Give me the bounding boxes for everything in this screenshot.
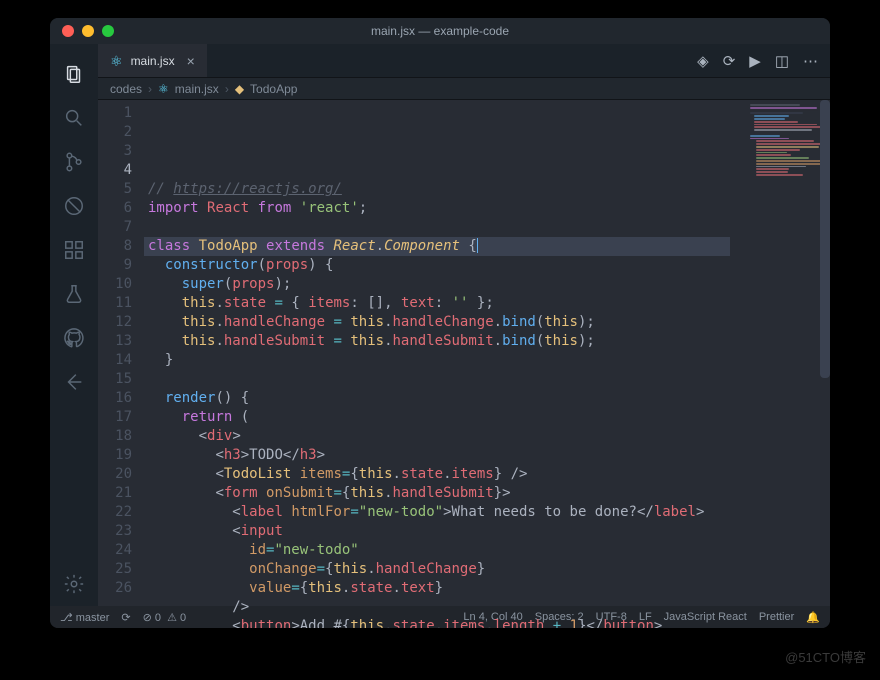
debug-icon[interactable] bbox=[50, 184, 98, 228]
code-editor[interactable]: 1234567891011121314151617181920212223242… bbox=[98, 100, 830, 606]
activity-bar bbox=[50, 44, 98, 606]
scm-icon[interactable] bbox=[50, 140, 98, 184]
github-icon[interactable] bbox=[50, 316, 98, 360]
tab-main-jsx[interactable]: ⚛ main.jsx × bbox=[98, 44, 207, 77]
explorer-icon[interactable] bbox=[50, 52, 98, 96]
window-body: ⚛ main.jsx × ◈ ⟳ ▶ ◫ ⋯ codes › ⚛ main.js… bbox=[50, 44, 830, 606]
scrollbar-thumb[interactable] bbox=[820, 100, 830, 378]
more-actions-icon[interactable]: ⋯ bbox=[803, 52, 818, 70]
search-icon[interactable] bbox=[50, 96, 98, 140]
zoom-window-button[interactable] bbox=[102, 25, 114, 37]
minimize-window-button[interactable] bbox=[82, 25, 94, 37]
window-title: main.jsx — example-code bbox=[50, 24, 830, 38]
react-file-icon: ⚛ bbox=[158, 82, 169, 96]
breadcrumb-sep: › bbox=[225, 82, 229, 96]
breadcrumb-sep: › bbox=[148, 82, 152, 96]
editor-main: ⚛ main.jsx × ◈ ⟳ ▶ ◫ ⋯ codes › ⚛ main.js… bbox=[98, 44, 830, 606]
test-icon[interactable] bbox=[50, 272, 98, 316]
minimap[interactable] bbox=[748, 104, 818, 224]
window-controls bbox=[50, 25, 114, 37]
breadcrumbs[interactable]: codes › ⚛ main.jsx › ◆ TodoApp bbox=[98, 78, 830, 100]
breadcrumb-folder[interactable]: codes bbox=[110, 82, 142, 96]
close-window-button[interactable] bbox=[62, 25, 74, 37]
git-compare-icon[interactable]: ◈ bbox=[697, 52, 709, 70]
code-area[interactable]: // https://reactjs.org/import React from… bbox=[144, 100, 830, 606]
breadcrumb-file[interactable]: main.jsx bbox=[175, 82, 219, 96]
tab-actions: ◈ ⟳ ▶ ◫ ⋯ bbox=[685, 44, 830, 77]
class-symbol-icon: ◆ bbox=[235, 82, 244, 96]
editor-window: main.jsx — example-code ⚛ main.jsx × bbox=[50, 18, 830, 628]
line-gutter[interactable]: 1234567891011121314151617181920212223242… bbox=[98, 100, 144, 606]
sync-status-icon[interactable]: ⟳ bbox=[121, 611, 130, 624]
sync-icon[interactable]: ⟳ bbox=[723, 52, 736, 70]
settings-icon[interactable] bbox=[50, 562, 98, 606]
git-branch-status[interactable]: ⎇ master bbox=[60, 611, 109, 624]
run-icon[interactable]: ▶ bbox=[749, 52, 761, 70]
split-editor-icon[interactable]: ◫ bbox=[775, 52, 789, 70]
close-tab-button[interactable]: × bbox=[187, 53, 195, 69]
tab-label: main.jsx bbox=[131, 54, 175, 68]
arrow-icon[interactable] bbox=[50, 360, 98, 404]
extensions-icon[interactable] bbox=[50, 228, 98, 272]
watermark: @51CTO博客 bbox=[785, 647, 866, 666]
tab-bar: ⚛ main.jsx × ◈ ⟳ ▶ ◫ ⋯ bbox=[98, 44, 830, 78]
titlebar[interactable]: main.jsx — example-code bbox=[50, 18, 830, 44]
react-file-icon: ⚛ bbox=[110, 54, 123, 68]
breadcrumb-symbol[interactable]: TodoApp bbox=[250, 82, 297, 96]
